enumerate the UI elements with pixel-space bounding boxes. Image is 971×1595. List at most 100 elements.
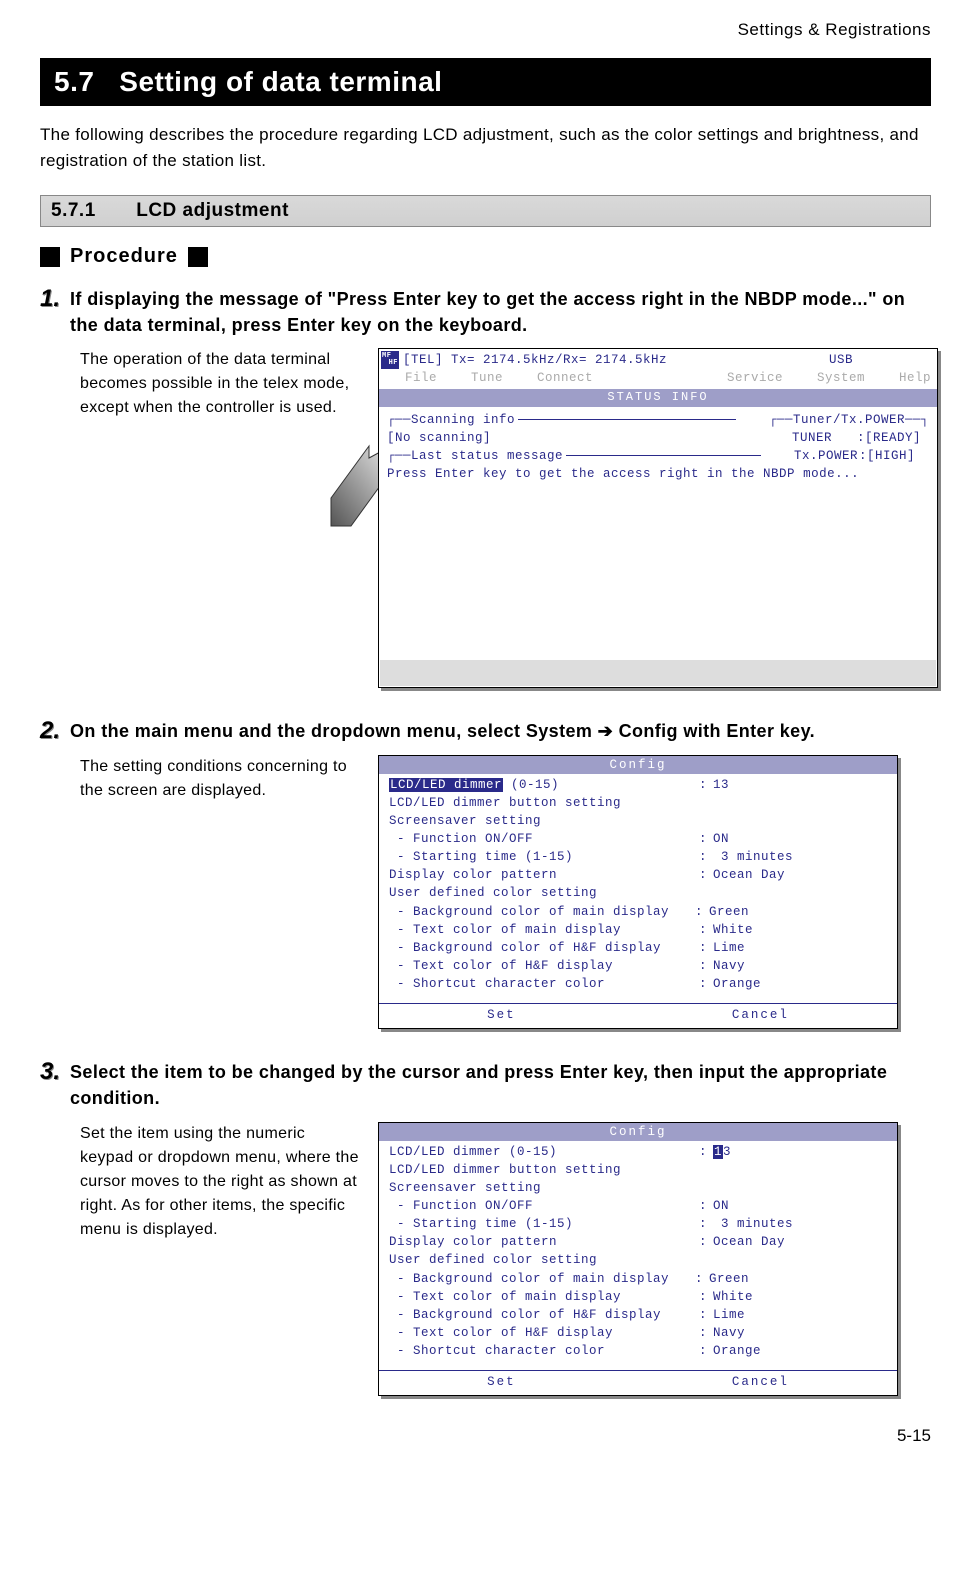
config-row[interactable]: User defined color setting <box>389 1251 887 1269</box>
config-row[interactable]: - Starting time (1-15): 3 minutes <box>389 1215 887 1233</box>
config-row-label: - Background color of main display <box>389 903 695 921</box>
step-number: 2 <box>40 718 70 744</box>
config-title: Config <box>379 756 897 774</box>
config-row-value <box>713 1161 887 1179</box>
config-row[interactable]: - Background color of H&F display:Lime <box>389 1306 887 1324</box>
cancel-button[interactable]: Cancel <box>732 1006 789 1024</box>
config-row[interactable]: - Text color of main display:White <box>389 921 887 939</box>
section-intro: The following describes the procedure re… <box>40 122 931 173</box>
config-row[interactable]: - Starting time (1-15): 3 minutes <box>389 848 887 866</box>
config-row[interactable]: LCD/LED dimmer button setting <box>389 1161 887 1179</box>
config-row-label: - Function ON/OFF <box>389 830 699 848</box>
config-window-edit: Config LCD/LED dimmer (0-15):13LCD/LED d… <box>378 1122 898 1397</box>
config-row-label: - Text color of main display <box>389 921 699 939</box>
scanning-value: [No scanning] <box>387 429 491 447</box>
procedure-heading: Procedure <box>40 245 931 268</box>
menu-tune[interactable]: Tune <box>471 369 503 387</box>
step-desc: The operation of the data terminal becom… <box>80 348 360 420</box>
config-row[interactable]: - Function ON/OFF:ON <box>389 1197 887 1215</box>
config-row-label: Screensaver setting <box>389 1179 699 1197</box>
menu-connect[interactable]: Connect <box>537 369 593 387</box>
config-row-value: Ocean Day <box>713 1233 887 1251</box>
step-number: 1 <box>40 286 70 312</box>
menu-system[interactable]: System <box>817 369 865 387</box>
config-row-value: White <box>713 921 887 939</box>
section-title-text: Setting of data terminal <box>119 66 442 97</box>
config-row-label: - Shortcut character color <box>389 1342 699 1360</box>
square-icon <box>40 247 60 267</box>
config-row[interactable]: User defined color setting <box>389 884 887 902</box>
config-row[interactable]: Screensaver setting <box>389 1179 887 1197</box>
config-row-value: 3 minutes <box>713 848 887 866</box>
config-row[interactable]: LCD/LED dimmer button setting <box>389 794 887 812</box>
menu-service[interactable]: Service <box>727 369 783 387</box>
config-window: Config LCD/LED dimmer (0-15):13LCD/LED d… <box>378 755 898 1030</box>
config-row-label: - Text color of main display <box>389 1288 699 1306</box>
config-row[interactable]: LCD/LED dimmer (0-15):13 <box>389 1143 887 1161</box>
terminal-status-window: MF HF [TEL] Tx= 2174.5kHz/Rx= 2174.5kHz … <box>378 348 938 688</box>
status-info-bar: STATUS INFO <box>379 389 937 406</box>
usb-label: USB <box>829 351 853 369</box>
config-row-label: LCD/LED dimmer (0-15) <box>389 1143 699 1161</box>
config-row-label: - Background color of H&F display <box>389 939 699 957</box>
subsection-number: 5.7.1 <box>51 200 96 221</box>
step-text: On the main menu and the dropdown menu, … <box>70 718 931 744</box>
step-2: 2 On the main menu and the dropdown menu… <box>40 718 931 744</box>
step-1: 1 If displaying the message of "Press En… <box>40 286 931 338</box>
config-row-value <box>713 794 887 812</box>
config-row-label: - Text color of H&F display <box>389 957 699 975</box>
config-row[interactable]: - Background color of H&F display:Lime <box>389 939 887 957</box>
config-row-value: Navy <box>713 1324 887 1342</box>
config-row-label: - Function ON/OFF <box>389 1197 699 1215</box>
config-row-value: 3 minutes <box>713 1215 887 1233</box>
menu-help[interactable]: Help <box>899 369 931 387</box>
config-row-value <box>713 812 887 830</box>
config-row-label: - Starting time (1-15) <box>389 848 699 866</box>
subsection-heading: 5.7.1 LCD adjustment <box>40 195 931 227</box>
cancel-button[interactable]: Cancel <box>732 1373 789 1391</box>
set-button[interactable]: Set <box>487 1373 516 1391</box>
config-row[interactable]: - Shortcut character color:Orange <box>389 1342 887 1360</box>
config-row[interactable]: - Text color of H&F display:Navy <box>389 957 887 975</box>
config-row[interactable]: - Background color of main display:Green <box>389 903 887 921</box>
last-status-message: Press Enter key to get the access right … <box>387 465 929 483</box>
menu-file[interactable]: File <box>405 369 437 387</box>
config-row-label: - Background color of H&F display <box>389 1306 699 1324</box>
config-row[interactable]: - Background color of main display:Green <box>389 1270 887 1288</box>
config-row-label: - Text color of H&F display <box>389 1324 699 1342</box>
config-row-value: Green <box>709 903 887 921</box>
subsection-title: LCD adjustment <box>136 200 289 221</box>
procedure-label: Procedure <box>70 245 178 268</box>
config-row-value: Lime <box>713 1306 887 1324</box>
tuner-label: Tuner/Tx.POWER <box>793 411 905 429</box>
config-row-label: Screensaver setting <box>389 812 699 830</box>
tuner-ready-label: TUNER <box>792 429 857 447</box>
menu-bar[interactable]: File Tune Connect Service System Help <box>379 369 937 389</box>
mf-hf-badge-icon: MF HF <box>381 351 399 369</box>
config-row-value: 13 <box>713 776 887 794</box>
config-row[interactable]: - Shortcut character color:Orange <box>389 975 887 993</box>
step-number: 3 <box>40 1059 70 1085</box>
config-row-value: Orange <box>713 975 887 993</box>
config-row[interactable]: Display color pattern:Ocean Day <box>389 866 887 884</box>
set-button[interactable]: Set <box>487 1006 516 1024</box>
config-row[interactable]: - Text color of main display:White <box>389 1288 887 1306</box>
step-text: If displaying the message of "Press Ente… <box>70 286 931 338</box>
config-row[interactable]: LCD/LED dimmer (0-15):13 <box>389 776 887 794</box>
config-row[interactable]: Display color pattern:Ocean Day <box>389 1233 887 1251</box>
tuner-ready-value: :[READY] <box>857 429 921 447</box>
config-row-value: White <box>713 1288 887 1306</box>
config-row-label: - Background color of main display <box>389 1270 695 1288</box>
txpower-label: Tx.POWER <box>794 447 859 465</box>
config-row[interactable]: - Function ON/OFF:ON <box>389 830 887 848</box>
page-number: 5-15 <box>40 1426 931 1446</box>
freq-readout: [TEL] Tx= 2174.5kHz/Rx= 2174.5kHz <box>403 351 667 369</box>
config-row-value: Green <box>709 1270 887 1288</box>
config-row[interactable]: Screensaver setting <box>389 812 887 830</box>
config-row-label: LCD/LED dimmer button setting <box>389 794 699 812</box>
config-row-value: ON <box>713 830 887 848</box>
config-row[interactable]: - Text color of H&F display:Navy <box>389 1324 887 1342</box>
square-icon <box>188 247 208 267</box>
config-row-value <box>713 1179 887 1197</box>
config-row-value: Orange <box>713 1342 887 1360</box>
